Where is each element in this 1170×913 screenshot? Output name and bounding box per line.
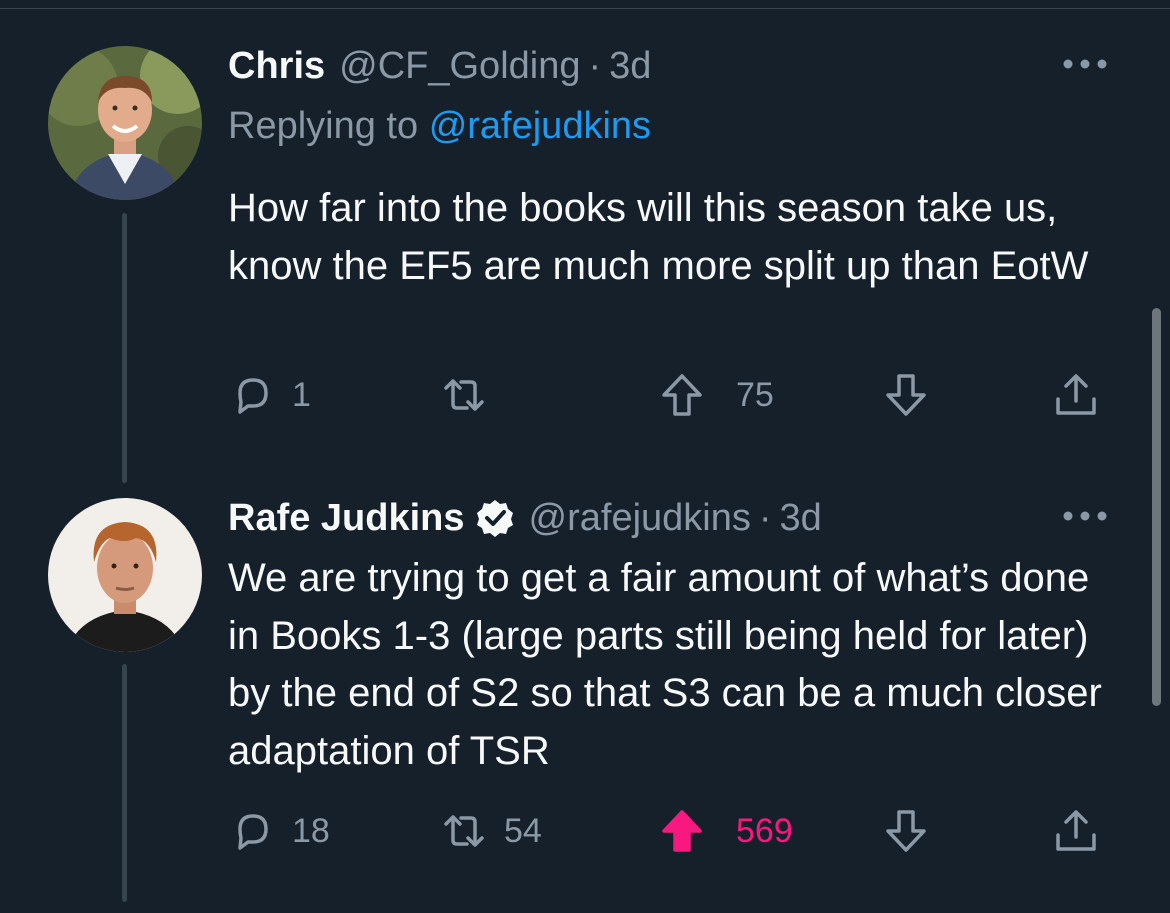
display-name[interactable]: Rafe Judkins <box>228 492 465 544</box>
separator-dot: · <box>588 45 602 87</box>
tweet[interactable]: Rafe Judkins @rafejudkins · 3d We are tr… <box>0 470 1170 913</box>
tweet-header: Chris @CF_Golding · 3d <box>228 40 1110 92</box>
reply-count: 18 <box>292 811 330 850</box>
downvote-button[interactable] <box>882 370 930 420</box>
repost-count: 54 <box>504 811 542 850</box>
repost-icon <box>444 379 484 411</box>
reply-button[interactable]: 1 <box>228 370 311 420</box>
handle[interactable]: @CF_Golding <box>339 40 580 92</box>
replying-label: Replying to <box>228 105 419 147</box>
tweet[interactable]: Chris @CF_Golding · 3d Replying to @rafe… <box>0 0 1170 483</box>
separator-dot: · <box>758 497 772 539</box>
tweet-content: Chris @CF_Golding · 3d Replying to @rafe… <box>228 40 1110 295</box>
avatar[interactable] <box>48 46 202 200</box>
reply-count: 1 <box>292 375 311 414</box>
timestamp[interactable]: 3d <box>609 40 651 92</box>
thread-line <box>122 664 127 902</box>
tweet-text: We are trying to get a fair amount of wh… <box>228 556 1102 773</box>
action-bar: 18 54 569 <box>228 806 1108 856</box>
avatar[interactable] <box>48 498 202 652</box>
avatar-photo <box>48 498 202 652</box>
upvote-arrow-icon <box>662 810 702 852</box>
share-icon <box>1056 374 1096 415</box>
upvote-count: 75 <box>736 375 774 414</box>
reply-icon <box>238 378 268 414</box>
repost-button[interactable]: 54 <box>440 806 542 856</box>
action-bar: 1 75 <box>228 370 1108 420</box>
share-icon <box>1056 810 1096 851</box>
avatar-photo <box>48 46 202 200</box>
downvote-button[interactable] <box>882 806 930 856</box>
scrollbar[interactable] <box>1152 308 1161 706</box>
upvote-count: 569 <box>736 811 793 850</box>
repost-button[interactable] <box>440 370 504 420</box>
share-button[interactable] <box>1052 370 1100 420</box>
thread-line <box>122 213 127 483</box>
tweet-header: Rafe Judkins @rafejudkins · 3d <box>228 492 1110 544</box>
replying-to: Replying to @rafejudkins <box>228 100 1110 152</box>
upvote-button[interactable]: 569 <box>658 806 793 856</box>
verified-badge-icon[interactable] <box>475 498 515 538</box>
replying-handle-link[interactable]: @rafejudkins <box>429 105 651 147</box>
repost-icon <box>444 815 484 847</box>
reply-button[interactable]: 18 <box>228 806 330 856</box>
timestamp[interactable]: 3d <box>780 492 822 544</box>
display-name[interactable]: Chris <box>228 40 325 92</box>
tweet-text: How far into the books will this season … <box>228 186 1089 288</box>
more-options-icon[interactable] <box>1060 54 1110 74</box>
upvote-arrow-icon <box>662 374 702 416</box>
more-options-icon[interactable] <box>1060 506 1110 526</box>
reply-icon <box>238 814 268 850</box>
downvote-arrow-icon <box>886 810 926 852</box>
tweet-content: Rafe Judkins @rafejudkins · 3d We are tr… <box>228 492 1110 780</box>
handle[interactable]: @rafejudkins <box>529 492 751 544</box>
upvote-button[interactable]: 75 <box>658 370 774 420</box>
downvote-arrow-icon <box>886 374 926 416</box>
share-button[interactable] <box>1052 806 1100 856</box>
